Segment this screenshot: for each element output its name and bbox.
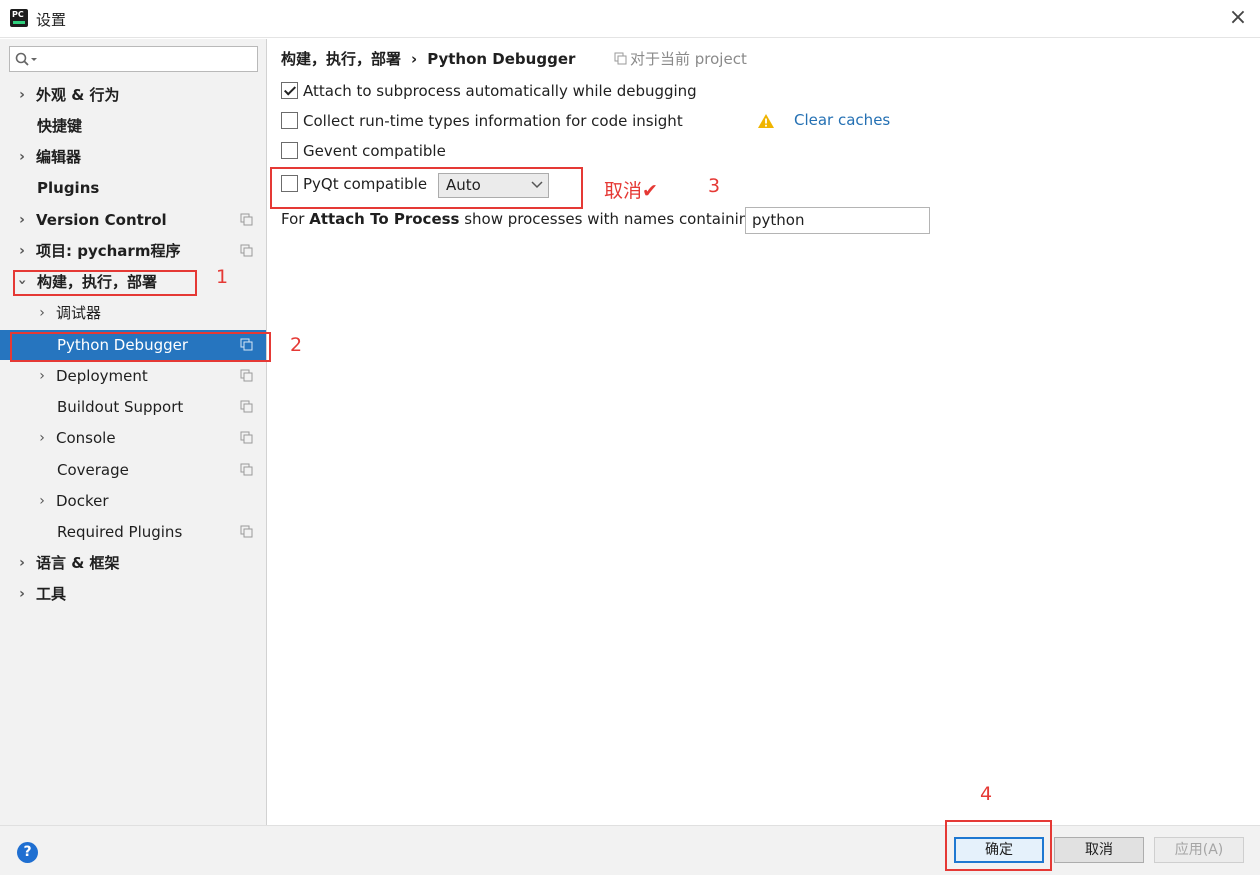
sidebar-item-label: 工具 — [36, 585, 67, 603]
project-scope-icon — [240, 400, 253, 413]
annotation-number-2: 2 — [290, 334, 303, 356]
app-icon-stripe — [13, 21, 25, 24]
search-icon — [15, 52, 37, 66]
annotation-cancel-text: 取消 — [604, 180, 643, 202]
settings-sidebar: › 外观 & 行为 快捷键 › 编辑器 Plugins › Version Co… — [0, 39, 267, 825]
sidebar-item-label: 调试器 — [56, 304, 102, 322]
search-input[interactable] — [9, 46, 258, 72]
attach-process-label-bold: Attach To Process — [309, 210, 460, 228]
cancel-button[interactable]: 取消 — [1054, 837, 1144, 863]
sidebar-item-label: 语言 & 框架 — [36, 554, 120, 572]
warning-icon — [758, 114, 774, 128]
sidebar-item-tools[interactable]: › 工具 — [0, 579, 266, 609]
annotation-box-2 — [10, 332, 271, 362]
annotation-number-1: 1 — [216, 266, 229, 288]
sidebar-item-label: 项目: pycharm程序 — [36, 242, 181, 260]
sidebar-item-label: Buildout Support — [57, 398, 184, 416]
scope-note: 对于当前 project — [614, 48, 747, 69]
window-title: 设置 — [36, 11, 67, 29]
sidebar-item-label: 外观 & 行为 — [36, 86, 120, 104]
chevron-right-icon: › — [39, 493, 45, 509]
gevent-label: Gevent compatible — [303, 142, 446, 160]
apply-button[interactable]: 应用(A) — [1154, 837, 1244, 863]
collect-types-checkbox[interactable] — [281, 112, 298, 129]
sidebar-item-label: Console — [56, 429, 116, 447]
annotation-box-1 — [13, 270, 197, 296]
project-scope-icon — [240, 244, 253, 257]
breadcrumb-current: Python Debugger — [427, 50, 576, 68]
sidebar-item-keymap[interactable]: 快捷键 — [0, 111, 266, 141]
chevron-right-icon: › — [19, 87, 25, 103]
chevron-right-icon: › — [39, 430, 45, 446]
project-scope-icon — [240, 431, 253, 444]
sidebar-item-version-control[interactable]: › Version Control — [0, 205, 266, 235]
sidebar-item-editor[interactable]: › 编辑器 — [0, 142, 266, 172]
chevron-right-icon: › — [19, 555, 25, 571]
check-icon: ✔ — [642, 180, 658, 202]
help-icon[interactable]: ? — [17, 842, 38, 863]
project-scope-icon — [614, 52, 627, 65]
sidebar-item-languages-frameworks[interactable]: › 语言 & 框架 — [0, 548, 266, 578]
sidebar-item-label: Version Control — [36, 211, 167, 229]
sidebar-item-label: Coverage — [57, 461, 129, 479]
annotation-number-4: 4 — [980, 783, 993, 805]
pycharm-app-icon: PC — [10, 9, 28, 27]
project-scope-icon — [240, 525, 253, 538]
attach-process-label: For Attach To Process show processes wit… — [281, 210, 763, 228]
sidebar-item-label: Docker — [56, 492, 109, 510]
title-bar: PC 设置 × — [0, 0, 1260, 38]
chevron-right-icon: › — [19, 149, 25, 165]
chevron-right-icon: › — [39, 305, 45, 321]
collect-types-label: Collect run-time types information for c… — [303, 112, 683, 130]
app-icon-text: PC — [12, 10, 24, 19]
dialog-footer: ? 确定 取消 应用(A) — [0, 825, 1260, 875]
chevron-right-icon: › — [19, 243, 25, 259]
sidebar-item-label: Plugins — [37, 179, 100, 197]
sidebar-item-buildout-support[interactable]: Buildout Support — [0, 392, 266, 422]
project-scope-icon — [240, 463, 253, 476]
project-scope-icon — [240, 213, 253, 226]
clear-caches-link[interactable]: Clear caches — [794, 111, 890, 129]
attach-process-label-suffix: show processes with names containing: — [459, 210, 763, 228]
sidebar-item-label: 编辑器 — [36, 148, 82, 166]
chevron-right-icon: › — [19, 586, 25, 602]
chevron-right-icon: › — [39, 368, 45, 384]
sidebar-item-plugins[interactable]: Plugins — [0, 173, 266, 203]
attach-process-label-prefix: For — [281, 210, 310, 228]
attach-subprocess-checkbox[interactable] — [281, 82, 298, 99]
sidebar-item-required-plugins[interactable]: Required Plugins — [0, 517, 266, 547]
annotation-cancel-note: 取消✔ — [604, 176, 658, 203]
sidebar-item-debugger[interactable]: › 调试器 — [0, 298, 266, 328]
sidebar-item-label: 快捷键 — [37, 117, 83, 135]
sidebar-item-appearance[interactable]: › 外观 & 行为 — [0, 80, 266, 110]
process-name-filter-input[interactable]: python — [745, 207, 930, 234]
sidebar-item-console[interactable]: › Console — [0, 423, 266, 453]
breadcrumb-separator: › — [411, 50, 418, 68]
sidebar-item-coverage[interactable]: Coverage — [0, 455, 266, 485]
sidebar-item-project[interactable]: › 项目: pycharm程序 — [0, 236, 266, 266]
sidebar-item-label: Required Plugins — [57, 523, 183, 541]
attach-subprocess-label: Attach to subprocess automatically while… — [303, 82, 697, 100]
sidebar-item-docker[interactable]: › Docker — [0, 486, 266, 516]
close-icon[interactable]: × — [1226, 6, 1250, 30]
project-scope-icon — [240, 369, 253, 382]
sidebar-item-deployment[interactable]: › Deployment — [0, 361, 266, 391]
annotation-box-4 — [945, 820, 1052, 871]
breadcrumb-parent[interactable]: 构建，执行，部署 — [281, 50, 401, 68]
breadcrumb: 构建，执行，部署 › Python Debugger — [281, 48, 575, 69]
scope-note-text: 对于当前 project — [630, 50, 747, 68]
annotation-box-3 — [270, 167, 583, 209]
gevent-checkbox[interactable] — [281, 142, 298, 159]
chevron-right-icon: › — [19, 212, 25, 228]
sidebar-item-label: Deployment — [56, 367, 148, 385]
annotation-number-3: 3 — [708, 175, 721, 197]
